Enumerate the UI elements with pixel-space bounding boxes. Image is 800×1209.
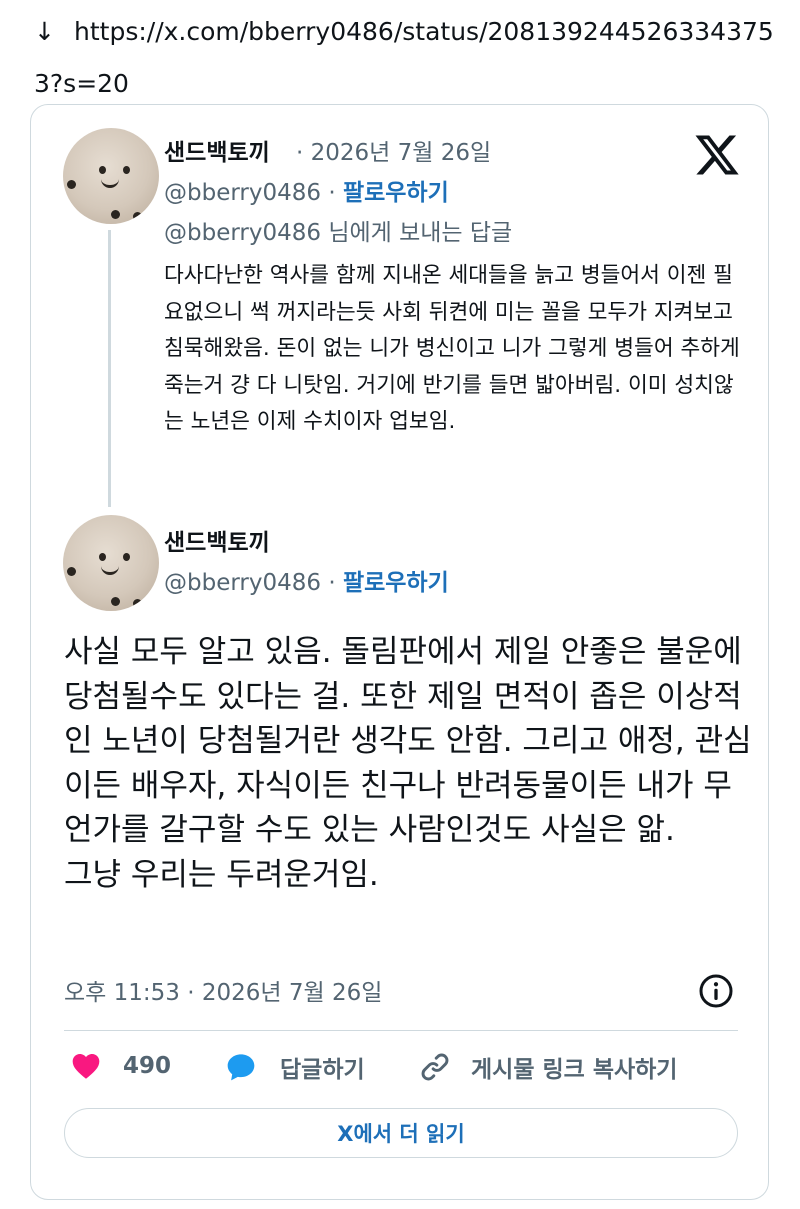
reply-tweet-text: 다사다난한 역사를 함께 지내온 세대들을 늙고 병들어서 이젠 필요없으니 썩… [164,263,740,434]
author-handle-line: @bberry0486 · 팔로우하기 [164,563,449,597]
like-button[interactable]: 490 [69,1050,171,1082]
avatar[interactable] [63,515,159,611]
download-arrow-icon: ↓ [34,17,55,46]
link-icon [421,1053,449,1081]
reply-to-label: @bberry0486 님에게 보내는 답글 [164,220,513,246]
main-tweet-text: 사실 모두 알고 있음. 돌림판에서 제일 안좋은 불운에 당첨될수도 있다는 … [64,630,754,897]
copy-link-label: 게시물 링크 복사하기 [471,1057,678,1083]
follow-button[interactable]: 팔로우하기 [343,180,449,206]
author-name[interactable]: 샌드백토끼 [164,523,270,557]
tweet-paragraph: 사실 모두 알고 있음. 돌림판에서 제일 안좋은 불운에 당첨될수도 있다는 … [64,634,752,848]
tweet-embed-card: 샌드백토끼 · 2026년 7월 26일 @bberry0486 · 팔로우하기… [30,104,769,1200]
author-name[interactable]: 샌드백토끼 [164,133,270,167]
like-count: 490 [123,1053,172,1079]
read-more-button[interactable]: X에서 더 읽기 [64,1108,738,1158]
follow-button[interactable]: 팔로우하기 [343,570,449,596]
author-handle[interactable]: @bberry0486 [164,570,321,596]
tweet-url[interactable]: https://x.com/bberry0486/status/20813924… [34,17,774,98]
shared-link[interactable]: ↓ https://x.com/bberry0486/status/2081392… [34,6,779,110]
tweet-paragraph: 그냥 우리는 두려운거임. [64,856,379,893]
info-icon[interactable] [698,973,734,1009]
handle-separator: · [321,180,343,206]
x-logo-icon[interactable] [693,131,741,179]
heart-icon [72,1054,100,1079]
handle-separator: · [321,570,343,596]
thread-connector [108,230,111,507]
tweet-date: · 2026년 7월 26일 [296,140,492,166]
reply-bubble-icon [227,1054,255,1081]
author-handle[interactable]: @bberry0486 [164,180,321,206]
author-handle-line: @bberry0486 · 팔로우하기 [164,173,449,207]
tweet-timestamp[interactable]: 오후 11:53 · 2026년 7월 26일 [64,973,382,1007]
reply-button[interactable]: 답글하기 [224,1050,365,1084]
divider [64,1030,738,1031]
avatar[interactable] [63,128,159,224]
reply-label: 답글하기 [280,1057,365,1083]
copy-link-button[interactable]: 게시물 링크 복사하기 [419,1050,677,1084]
